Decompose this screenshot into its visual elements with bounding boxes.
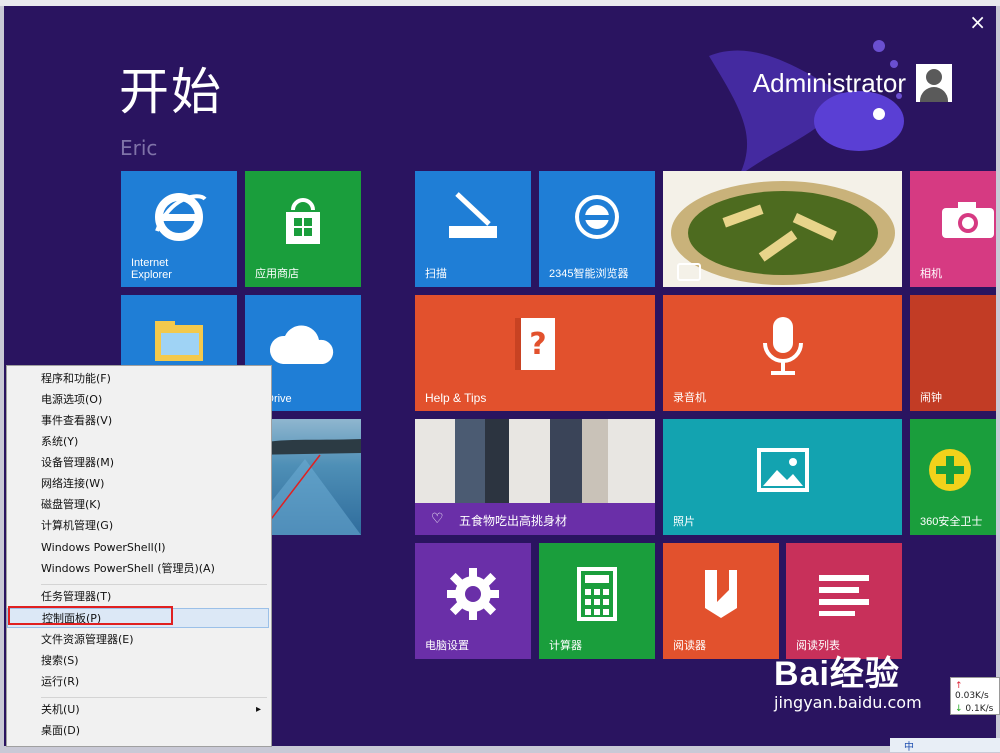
tile-reader[interactable]: 阅读器 [663, 543, 779, 659]
reader-icon [705, 570, 737, 619]
baidu-jingyan-watermark: Bai经验 jingyan.baidu.com [774, 646, 922, 712]
menu-item-network-connections[interactable]: 网络连接(W) [7, 474, 269, 494]
photo-icon [756, 448, 809, 493]
menu-item-shutdown[interactable]: 关机(U) ▸ [7, 700, 269, 720]
betta-fish-background [709, 40, 904, 176]
camera-icon [942, 201, 994, 238]
menu-item-programs-features[interactable]: 程序和功能(F) [7, 369, 269, 389]
tile-calculator[interactable]: 计算器 [539, 543, 655, 659]
tile-label: 应用商店 [255, 268, 299, 280]
tile-photos[interactable]: 照片 [663, 419, 902, 535]
menu-item-task-manager[interactable]: 任务管理器(T) [7, 587, 269, 607]
tile-health-fitness[interactable]: ♡ 五食物吃出高挑身材 [415, 419, 655, 535]
watermark-url: jingyan.baidu.com [774, 693, 922, 712]
close-icon[interactable]: × [969, 10, 986, 34]
reading-list-icon [819, 575, 869, 617]
menu-item-label: 关机(U) [41, 703, 80, 716]
tile-label: 照片 [673, 516, 695, 528]
menu-item-disk-management[interactable]: 磁盘管理(K) [7, 495, 269, 515]
tile-360-security[interactable]: 360安全卫士 [910, 419, 996, 535]
upload-speed: 0.03K/s [955, 691, 989, 701]
ie-icon [155, 193, 207, 242]
menu-item-search[interactable]: 搜索(S) [7, 651, 269, 671]
submenu-arrow-icon: ▸ [255, 704, 261, 715]
store-icon [286, 198, 320, 245]
tile-internet-explorer[interactable]: Internet Explorer [121, 171, 237, 287]
watermark-brand: Bai经验 [774, 655, 900, 693]
couple-walking-photo-image [415, 419, 655, 503]
heart-icon: ♡ [431, 511, 444, 527]
tile-label: 闹钟 [920, 392, 942, 404]
tile-food-photo[interactable] [663, 171, 902, 287]
tile-help-tips[interactable]: ? Help & Tips [415, 295, 655, 411]
start-title: 开始 [119, 63, 223, 121]
menu-item-event-viewer[interactable]: 事件查看器(V) [7, 411, 269, 431]
menu-item-file-explorer[interactable]: 文件资源管理器(E) [7, 630, 269, 650]
annotation-highlight-box [8, 606, 173, 625]
folder-icon [155, 321, 203, 362]
tile-label: 录音机 [673, 392, 706, 404]
tile-camera[interactable]: 相机 [910, 171, 996, 287]
tile-store[interactable]: 应用商店 [245, 171, 361, 287]
tile-label: 电脑设置 [425, 640, 469, 652]
scanner-icon [449, 192, 497, 239]
menu-item-desktop[interactable]: 桌面(D) [7, 721, 269, 741]
ime-tray-bar: 中 [890, 738, 1000, 753]
user-name: Administrator [752, 67, 906, 98]
cloud-icon [269, 325, 334, 364]
tile-scan[interactable]: 扫描 [415, 171, 531, 287]
tile-label: Help & Tips [425, 391, 487, 405]
winx-context-menu: 程序和功能(F) 电源选项(O) 事件查看器(V) 系统(Y) 设备管理器(M)… [6, 365, 272, 747]
menu-item-powershell-admin[interactable]: Windows PowerShell (管理员)(A) [7, 559, 269, 579]
tile-label: 360安全卫士 [920, 516, 983, 528]
tile-reading-list[interactable]: 阅读列表 [786, 543, 902, 659]
tile-2345-browser[interactable]: 2345智能浏览器 [539, 171, 655, 287]
network-speed-widget: ↑ 0.03K/s ↓ 0.1K/s [950, 677, 1000, 715]
tile-label: 五食物吃出高挑身材 [459, 514, 568, 528]
tile-alarms[interactable]: 闹钟 [910, 295, 996, 411]
user-account[interactable]: Administrator [753, 64, 952, 102]
tile-pc-settings[interactable]: 电脑设置 [415, 543, 531, 659]
menu-item-system[interactable]: 系统(Y) [7, 432, 269, 452]
gear-icon [447, 568, 499, 621]
upload-arrow-icon: ↑ [955, 681, 963, 691]
menu-separator [41, 584, 267, 585]
help-book-icon: ? [515, 317, 555, 370]
tile-label: 扫描 [425, 268, 447, 280]
download-arrow-icon: ↓ [955, 704, 963, 714]
tile-sound-recorder[interactable]: 录音机 [663, 295, 902, 411]
tile-label: 阅读器 [673, 640, 706, 652]
camera-badge-icon [677, 263, 701, 281]
group-label: Eric [120, 136, 158, 160]
menu-item-computer-management[interactable]: 计算机管理(G) [7, 516, 269, 536]
ime-indicator[interactable]: 中 [904, 742, 914, 753]
tile-label: 2345智能浏览器 [549, 268, 629, 280]
tile-label: Internet Explorer [131, 257, 172, 281]
menu-item-run[interactable]: 运行(R) [7, 672, 269, 692]
menu-separator [41, 697, 267, 698]
tile-label: 相机 [920, 268, 942, 280]
security-360-icon [929, 449, 971, 492]
tile-label: 计算器 [549, 640, 582, 652]
download-speed: 0.1K/s [965, 704, 994, 714]
menu-item-power-options[interactable]: 电源选项(O) [7, 390, 269, 410]
browser-2345-icon [575, 195, 619, 240]
calculator-icon [577, 567, 617, 622]
svg-text:?: ? [529, 327, 546, 362]
microphone-icon [762, 317, 803, 376]
menu-item-powershell[interactable]: Windows PowerShell(I) [7, 538, 269, 558]
user-avatar-icon [916, 64, 952, 102]
menu-item-device-manager[interactable]: 设备管理器(M) [7, 453, 269, 473]
